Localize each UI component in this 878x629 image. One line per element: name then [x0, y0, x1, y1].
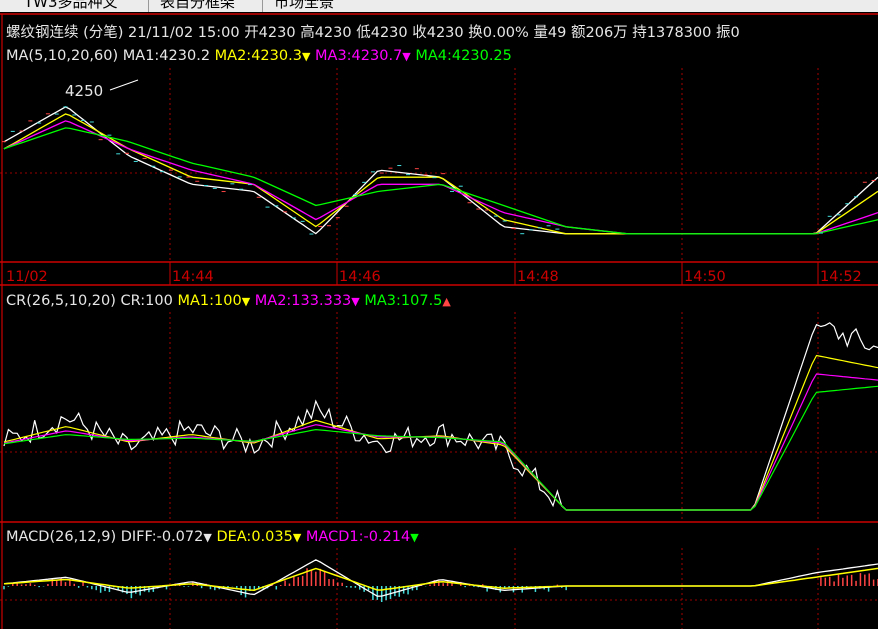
ma4-value: MA4:4230.25	[415, 48, 512, 64]
cr-title: CR(26,5,10,20)	[6, 293, 116, 309]
time-axis-label: 11/02	[6, 269, 48, 285]
high-price: 高4230	[300, 25, 352, 41]
time-axis-label: 14:52	[820, 269, 862, 285]
quote-info-line: 螺纹钢连续 (分笔) 21/11/02 15:00 开4230 高4230 低4…	[6, 24, 740, 42]
down-arrow-icon: ▼	[292, 531, 302, 544]
ma-title: MA(5,10,20,60)	[6, 48, 119, 64]
price-ma4-line	[3, 127, 878, 235]
amplitude: 振0	[715, 25, 740, 41]
price-ma1-line	[3, 106, 878, 235]
time-axis-label: 14:46	[339, 269, 381, 285]
down-arrow-icon: ▼	[402, 50, 411, 63]
cr-ma1-value: MA1:100	[177, 293, 242, 309]
cr-ma3-line	[3, 385, 878, 511]
price-ma2-line	[3, 113, 878, 235]
low-price: 低4230	[356, 25, 408, 41]
time-axis-label: 14:50	[684, 269, 726, 285]
open-price: 开4230	[244, 25, 296, 41]
diff-value: DIFF:-0.072	[120, 529, 204, 545]
turnover-rate: 换0.00%	[468, 25, 529, 41]
macd-title: MACD(26,12,9)	[6, 529, 117, 545]
price-annotation-pointer	[109, 79, 139, 91]
down-arrow-icon: ▼	[241, 295, 251, 308]
chart-mode: (分笔)	[83, 25, 124, 41]
price-annotation: 4250	[65, 82, 104, 100]
ma2-value: MA2:4230.3	[214, 48, 302, 64]
ma1-value: MA1:4230.2	[122, 48, 211, 64]
down-arrow-icon: ▼	[410, 531, 419, 544]
ma3-value: MA3:4230.7	[315, 48, 403, 64]
down-arrow-icon: ▼	[301, 50, 311, 63]
instrument-name: 螺纹钢连续	[6, 25, 79, 41]
volume: 量49	[533, 25, 567, 41]
open-interest: 持1378300	[632, 25, 712, 41]
amount: 额206万	[571, 25, 628, 41]
cr-ma2-line	[3, 373, 878, 511]
close-price: 收4230	[412, 25, 464, 41]
cr-value: CR:100	[120, 293, 173, 309]
time-axis-label: 14:44	[172, 269, 214, 285]
dea-value: DEA:0.035	[216, 529, 293, 545]
macd1-value: MACD1:-0.214	[305, 529, 411, 545]
ma-legend: MA(5,10,20,60) MA1:4230.2 MA2:4230.3▼ MA…	[6, 47, 512, 66]
time-axis-label: 14:48	[517, 269, 559, 285]
macd-legend: MACD(26,12,9) DIFF:-0.072▼ DEA:0.035▼ MA…	[6, 528, 419, 547]
cr-ma1-line	[3, 354, 878, 511]
cr-cr-line	[3, 322, 878, 511]
down-arrow-icon: ▼	[351, 295, 360, 308]
up-arrow-icon: ▲	[442, 295, 451, 308]
cr-ma3-value: MA3:107.5	[364, 293, 443, 309]
quote-datetime: 21/11/02 15:00	[128, 25, 240, 41]
cr-ma2-value: MA2:133.333	[254, 293, 352, 309]
down-arrow-icon: ▼	[203, 531, 212, 544]
cr-legend: CR(26,5,10,20) CR:100 MA1:100▼ MA2:133.3…	[6, 292, 451, 311]
